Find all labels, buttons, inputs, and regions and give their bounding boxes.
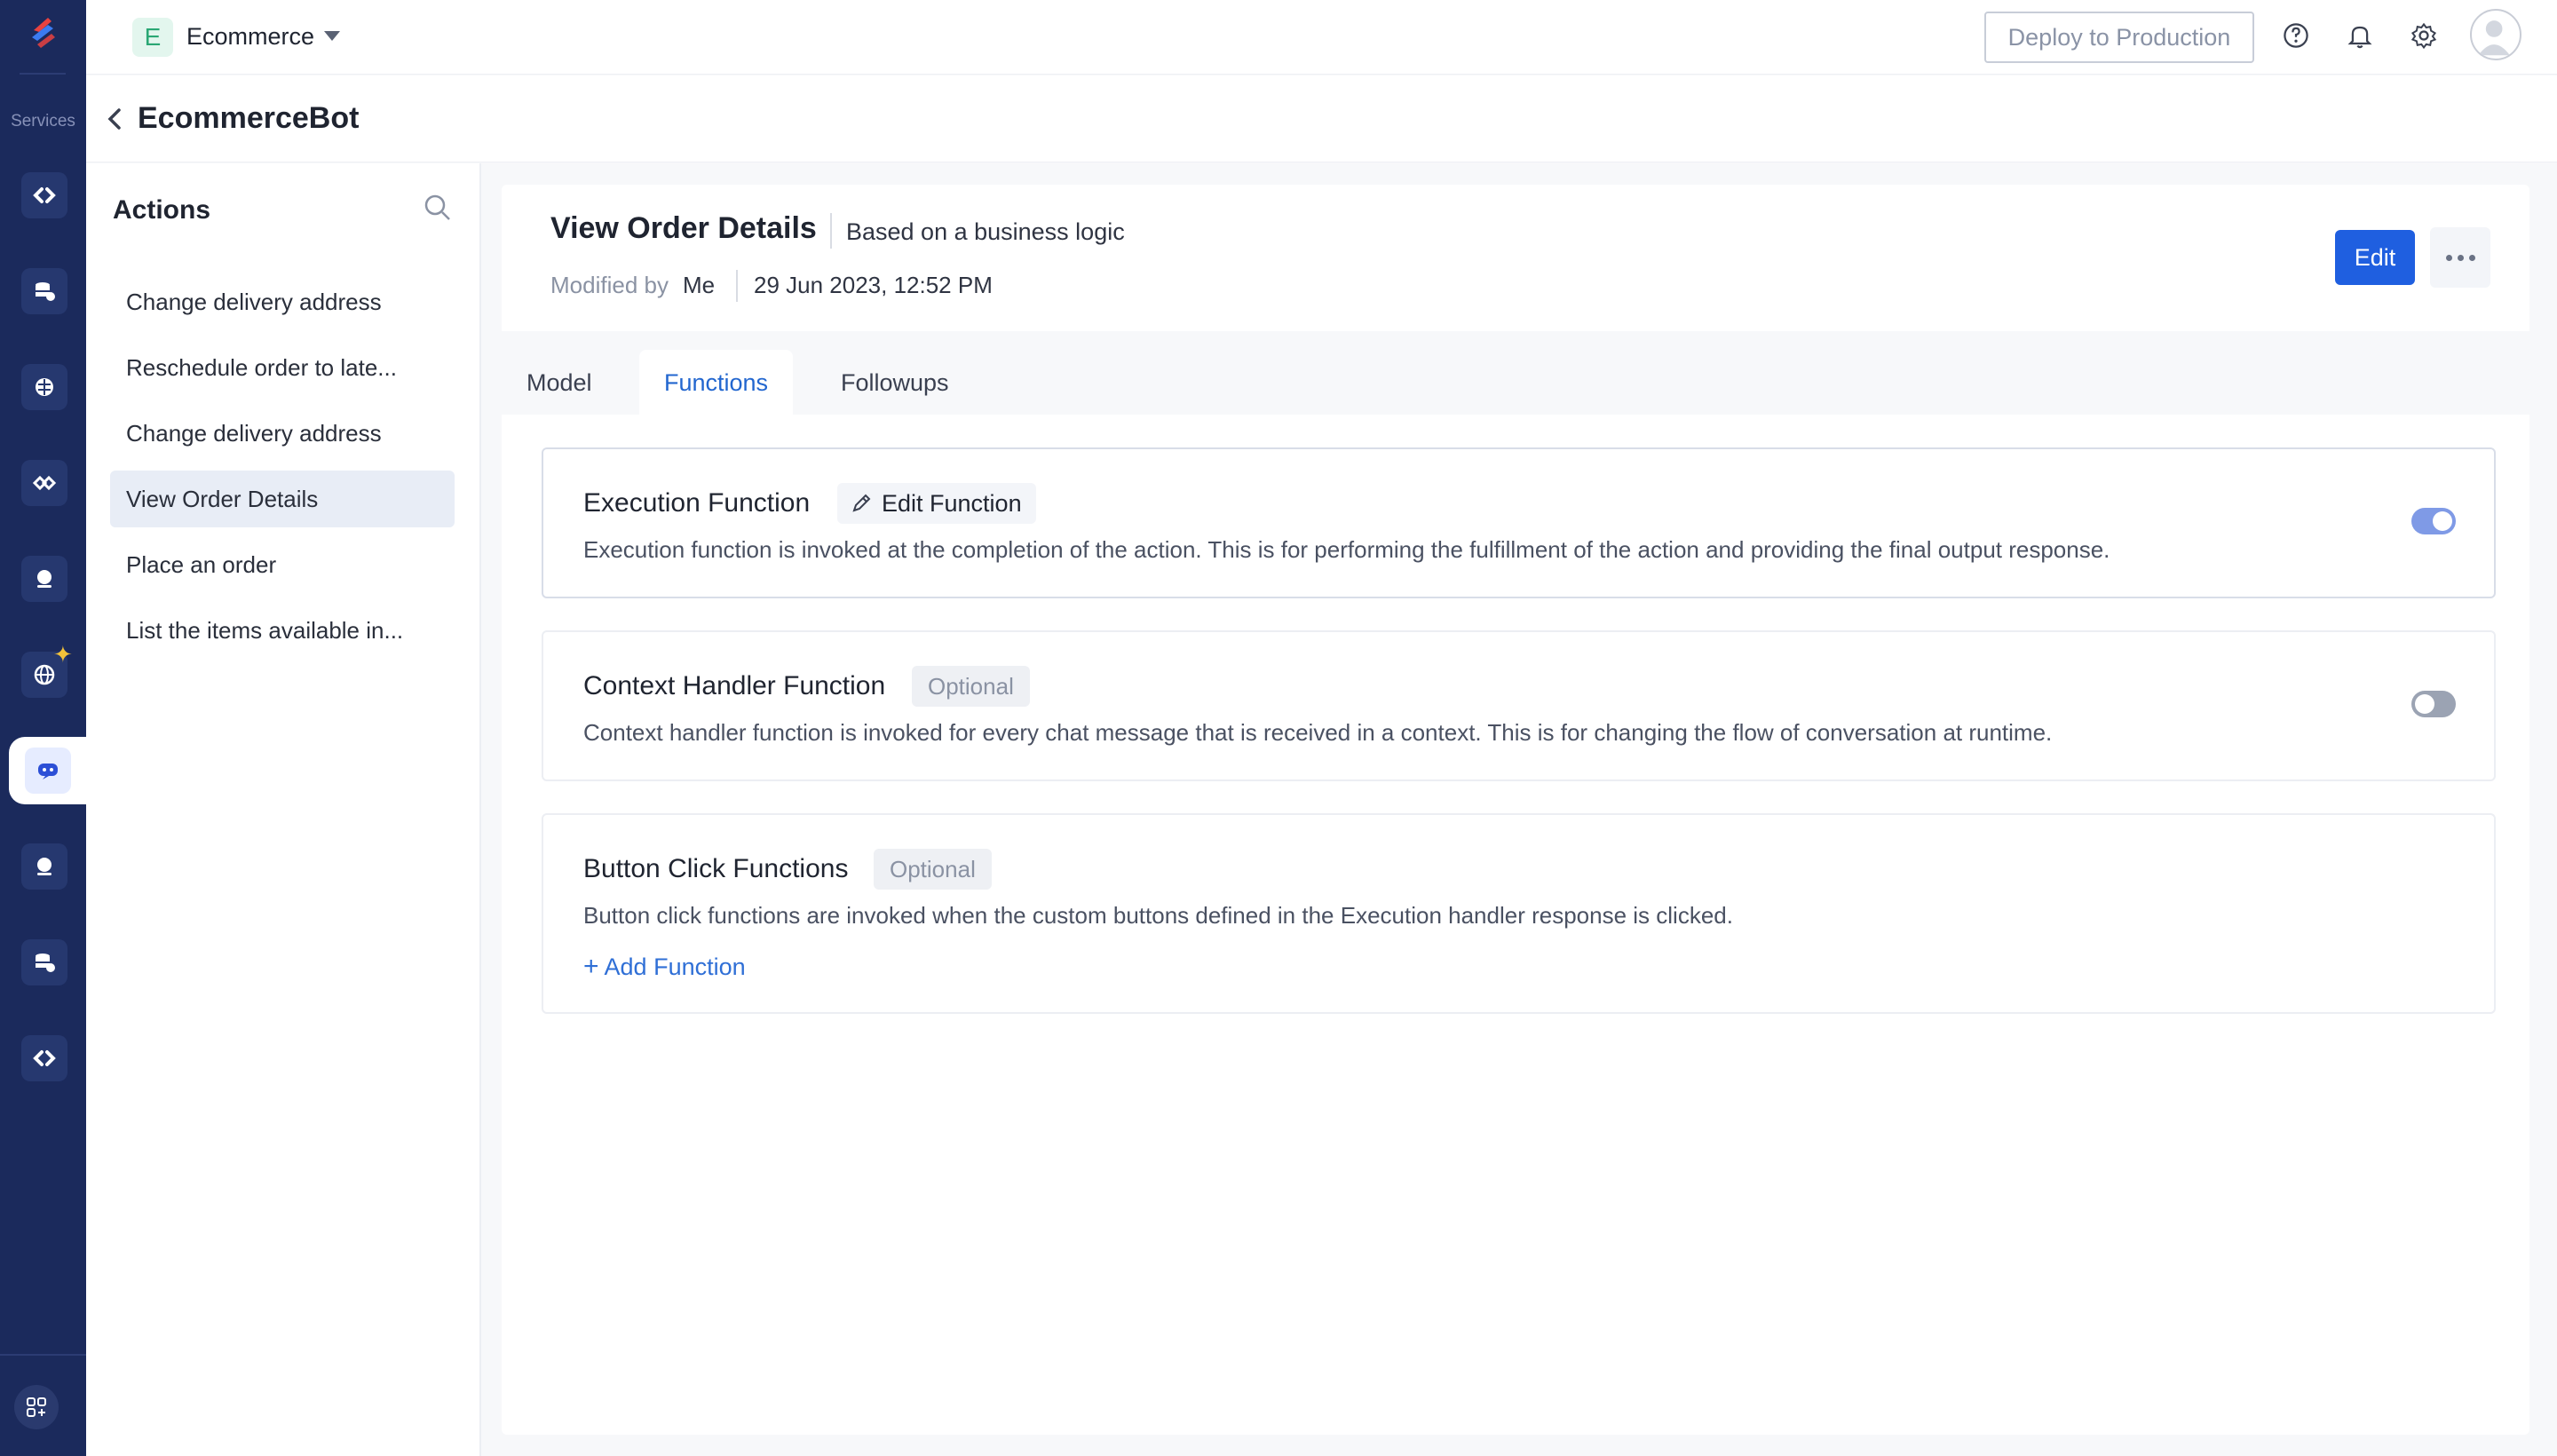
rail-database-icon[interactable] <box>21 268 67 314</box>
action-item[interactable]: Change delivery address <box>110 405 455 462</box>
search-icon[interactable] <box>422 192 454 224</box>
rail-divider <box>20 73 66 75</box>
project-dropdown-caret-icon[interactable] <box>324 31 340 41</box>
bot-title: EcommerceBot <box>138 101 360 135</box>
bot-chat-icon <box>25 748 71 794</box>
services-label: Services <box>11 112 75 131</box>
action-item[interactable]: Reschedule order to late... <box>110 339 455 396</box>
rail-bot-active[interactable] <box>9 737 86 804</box>
button-click-card: Button Click Functions Optional Button c… <box>542 813 2496 1014</box>
help-icon[interactable] <box>2278 18 2314 53</box>
zoho-logo-icon[interactable] <box>21 12 66 57</box>
context-handler-card: Context Handler Function Optional Contex… <box>542 630 2496 781</box>
settings-gear-icon[interactable] <box>2406 18 2442 53</box>
tab-model[interactable]: Model <box>502 350 617 415</box>
back-chevron-icon[interactable] <box>102 106 129 132</box>
button-click-description: Button click functions are invoked when … <box>583 902 1733 929</box>
action-type-label: Based on a business logic <box>846 218 1125 245</box>
action-item[interactable]: List the items available in... <box>110 602 455 659</box>
more-options-icon[interactable] <box>2430 227 2490 288</box>
edit-function-label: Edit Function <box>882 490 1022 517</box>
context-handler-description: Context handler function is invoked for … <box>583 719 2053 746</box>
execution-function-card: Execution Function Edit Function Executi… <box>542 447 2496 598</box>
deploy-to-production-button[interactable]: Deploy to Production <box>1984 12 2254 63</box>
modified-by-value: Me <box>683 272 716 298</box>
rail-database-2-icon[interactable] <box>21 939 67 985</box>
tab-functions[interactable]: Functions <box>639 350 794 415</box>
modified-date: 29 Jun 2023, 12:52 PM <box>754 272 993 298</box>
tab-followups[interactable]: Followups <box>816 350 974 415</box>
actions-panel: Actions Change delivery address Reschedu… <box>86 163 481 1456</box>
execution-function-description: Execution function is invoked at the com… <box>583 536 2110 563</box>
user-avatar[interactable] <box>2470 9 2521 60</box>
edit-function-button[interactable]: Edit Function <box>837 483 1036 524</box>
rail-chat-agent-icon[interactable] <box>21 556 67 602</box>
execution-function-title: Execution Function <box>583 488 811 518</box>
bot-header: EcommerceBot <box>86 75 2557 162</box>
add-function-link[interactable]: + Add Function <box>583 952 746 982</box>
context-handler-title: Context Handler Function <box>583 671 886 700</box>
rail-chat-agent-2-icon[interactable] <box>21 843 67 890</box>
context-handler-toggle[interactable] <box>2411 691 2456 717</box>
actions-title: Actions <box>113 195 211 225</box>
optional-badge: Optional <box>874 849 992 890</box>
modified-by-label: Modified by <box>550 272 669 298</box>
action-item-active[interactable]: View Order Details <box>110 471 455 527</box>
rail-divider-bottom <box>0 1354 86 1356</box>
title-divider <box>830 213 832 249</box>
action-item[interactable]: Place an order <box>110 536 455 593</box>
edit-button[interactable]: Edit <box>2335 230 2415 285</box>
sparkle-icon: ✦ <box>53 641 73 668</box>
action-item[interactable]: Change delivery address <box>110 273 455 330</box>
action-detail-panel: View Order Details Based on a business l… <box>502 185 2529 1435</box>
rail-api-2-icon[interactable] <box>21 1035 67 1081</box>
execution-function-toggle[interactable] <box>2411 508 2456 534</box>
modified-divider <box>736 270 738 302</box>
project-avatar[interactable]: E <box>132 18 173 57</box>
pencil-icon <box>852 494 871 512</box>
rail-api-icon[interactable] <box>21 172 67 218</box>
button-click-title: Button Click Functions <box>583 854 849 883</box>
plus-icon: + <box>583 952 599 981</box>
apps-grid-icon[interactable] <box>14 1385 59 1429</box>
left-nav-rail: Services ✦ <box>0 0 86 1456</box>
optional-badge: Optional <box>912 666 1030 707</box>
project-name[interactable]: Ecommerce <box>186 23 314 51</box>
rail-ai-brain-icon[interactable] <box>21 364 67 410</box>
action-title: View Order Details <box>550 211 817 245</box>
rail-integration-icon[interactable] <box>21 460 67 506</box>
top-bar: E Ecommerce Deploy to Production <box>86 0 2557 75</box>
tabs-bar <box>502 331 2529 415</box>
add-function-label: Add Function <box>604 954 746 980</box>
notification-bell-icon[interactable] <box>2342 18 2378 53</box>
